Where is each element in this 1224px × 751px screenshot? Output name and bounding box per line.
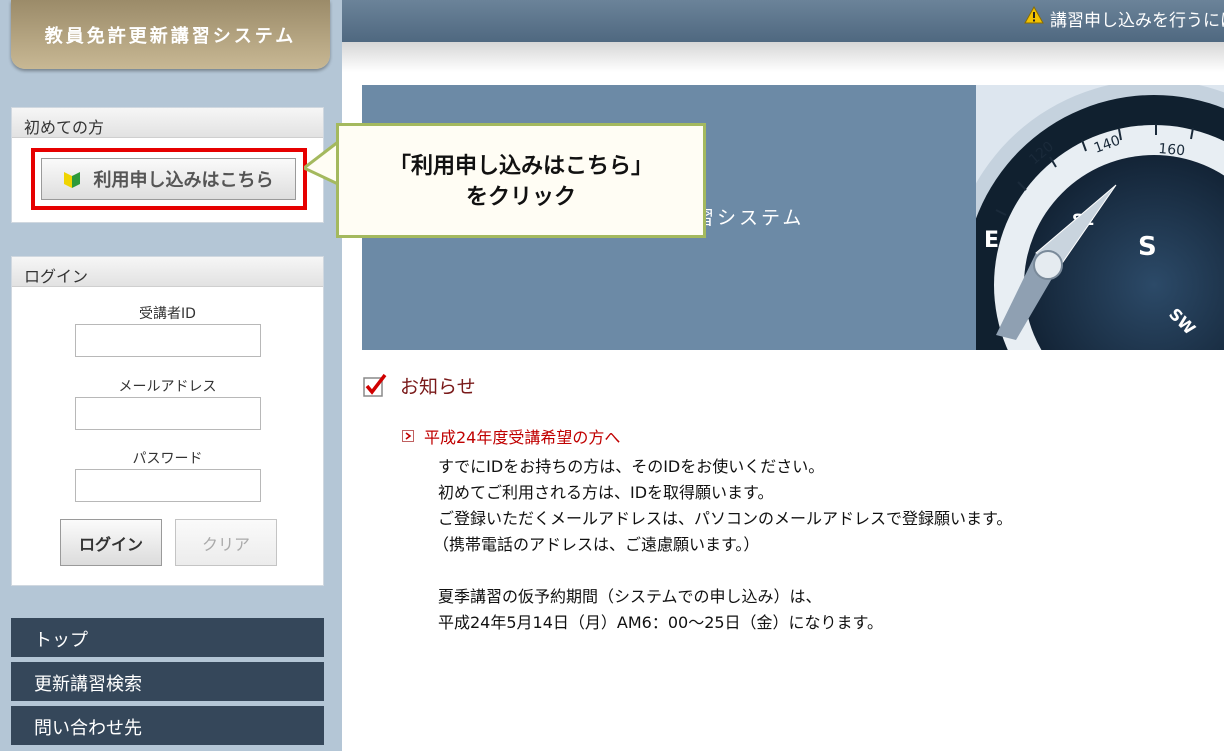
instruction-callout: 「利用申し込みはこちら」 をクリック: [336, 123, 706, 238]
nav-top[interactable]: トップ: [11, 618, 324, 657]
news-line: すでにIDをお持ちの方は、そのIDをお使いください。: [438, 457, 825, 476]
login-panel-title: ログイン: [12, 257, 323, 287]
header-notice-text: 講習申し込みを行うには: [1050, 11, 1224, 31]
main-top-shade: [342, 42, 1224, 72]
user-id-input[interactable]: [75, 324, 261, 357]
news-line: ご登録いただくメールアドレスは、パソコンのメールアドレスで登録願います。: [438, 509, 1013, 528]
clear-button[interactable]: クリア: [175, 519, 277, 566]
news-line: 夏季講習の仮予約期間（システムでの申し込み）は、: [438, 587, 822, 606]
compass-label-s: S: [1138, 232, 1157, 262]
system-logo[interactable]: 教員免許更新講習システム: [11, 0, 330, 69]
password-label: パスワード: [132, 451, 203, 467]
news-heading: お知らせ: [400, 376, 476, 398]
login-panel: ログイン 受講者ID メールアドレス パスワード ログイン クリア: [11, 256, 324, 586]
warning-icon: [1024, 6, 1044, 24]
checkbox-checked-icon: [363, 373, 387, 397]
compass-label-e: E: [984, 228, 999, 253]
beginner-leaf-icon: [63, 172, 80, 188]
email-input[interactable]: [75, 397, 261, 430]
news-item-title[interactable]: 平成24年度受講希望の方へ: [424, 424, 620, 448]
first-time-panel-title: 初めての方: [12, 108, 323, 138]
login-button[interactable]: ログイン: [60, 519, 162, 566]
callout-line-1: 「利用申し込みはこちら」: [388, 154, 653, 179]
news-line: 平成24年5月14日（月）AM6：00～25日（金）になります。: [438, 613, 883, 632]
arrow-bullet-icon: [402, 430, 414, 442]
compass-label-160: 160: [1158, 141, 1186, 159]
user-id-label: 受講者ID: [139, 306, 196, 322]
password-input[interactable]: [75, 469, 261, 502]
register-button-label: 利用申し込みはこちら: [93, 170, 274, 191]
register-highlight: 利用申し込みはこちら: [31, 148, 307, 210]
compass-icon: 120 140 160 SE E S SW: [976, 85, 1224, 350]
nav-course-search[interactable]: 更新講習検索: [11, 662, 324, 701]
banner-title: 習システム: [695, 207, 805, 229]
header-notice[interactable]: 講習申し込みを行うには: [1024, 0, 1224, 42]
sidebar: 教員免許更新講習システム 初めての方 利用申し込みはこちら ログイン 受講者ID…: [0, 0, 342, 751]
news-line: 初めてご利用される方は、IDを取得願います。: [438, 483, 774, 502]
register-button[interactable]: 利用申し込みはこちら: [41, 158, 296, 200]
nav-contact[interactable]: 問い合わせ先: [11, 706, 324, 745]
news-line: （携帯電話のアドレスは、ご遠慮願います。）: [433, 535, 760, 554]
first-time-panel: 初めての方 利用申し込みはこちら: [11, 107, 324, 223]
callout-line-2: をクリック: [465, 185, 576, 210]
email-label: メールアドレス: [118, 379, 217, 395]
